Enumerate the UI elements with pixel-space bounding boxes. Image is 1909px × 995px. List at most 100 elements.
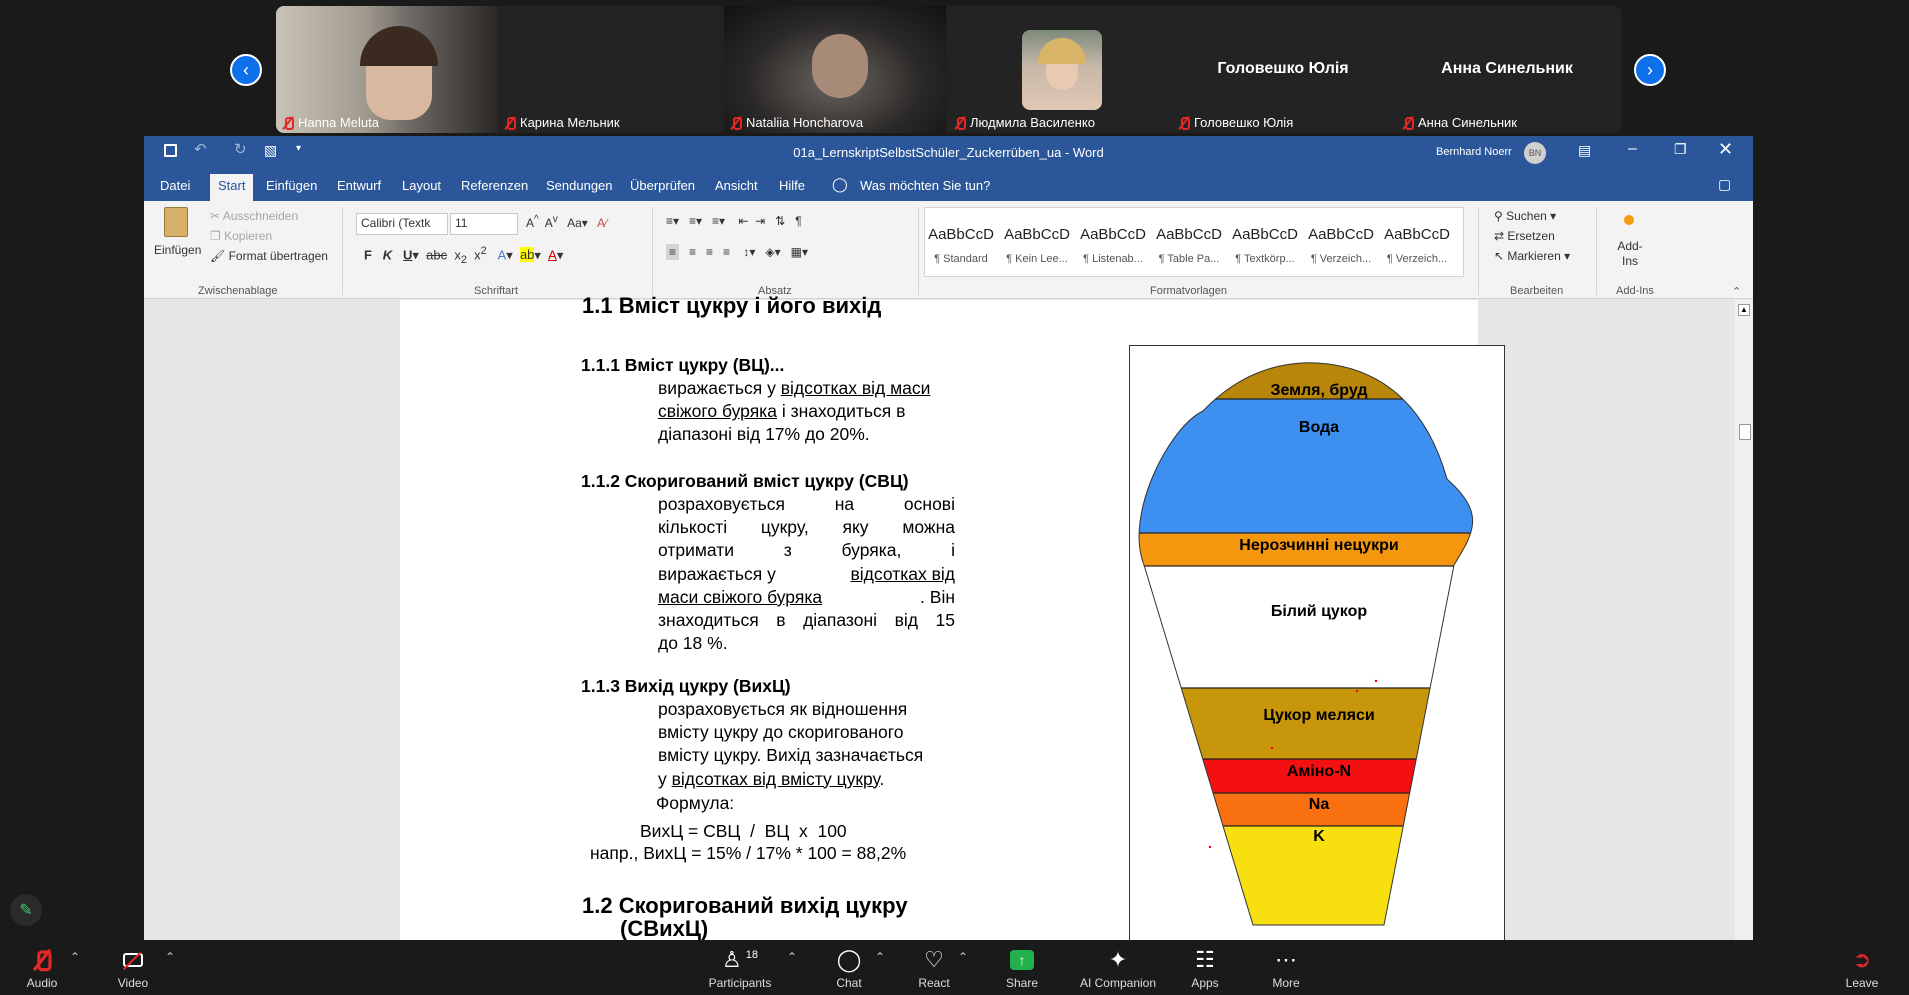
tab-layout[interactable]: Layout <box>402 178 441 193</box>
scroll-thumb[interactable] <box>1739 424 1751 440</box>
ribbon-display-icon[interactable]: ▤ <box>1578 142 1591 159</box>
ai-sparkle-icon: ✦ <box>1108 947 1128 972</box>
style-listenabsatz[interactable]: AaBbCcD ¶ Listenab... <box>1077 226 1149 265</box>
font-format-controls[interactable]: F K U▾ abc x2 x2 A▾ ab▾ A▾ <box>364 245 563 266</box>
format-painter-button[interactable]: 🖌 Format übertragen <box>210 249 328 263</box>
tell-me-search[interactable]: Was möchten Sie tun? <box>860 178 990 193</box>
apps-button[interactable]: ☷ Apps <box>1188 946 1222 990</box>
word-titlebar: ↶ ↻ ▧ ▾ 01a_LernskriptSelbstSchüler_Zuck… <box>144 136 1753 169</box>
replace-button[interactable]: ⇄ Ersetzen <box>1494 229 1555 243</box>
find-button[interactable]: ⚲ Suchen ▾ <box>1494 209 1556 223</box>
heading-1-1-1: 1.1.1 Вміст цукру (ВЦ)... <box>581 355 785 375</box>
next-page-button[interactable]: › <box>1634 54 1666 86</box>
participant-tile[interactable]: Людмила Василенко <box>948 6 1170 133</box>
muted-mic-icon <box>1402 116 1414 130</box>
tab-entwurf[interactable]: Entwurf <box>337 178 381 193</box>
video-button[interactable]: Video <box>113 946 153 990</box>
document-page[interactable]: 1.1 Вміст цукру і його вихід 1.1.1 Вміст… <box>400 294 1505 940</box>
more-icon: ⋯ <box>1275 947 1297 972</box>
tab-sendungen[interactable]: Sendungen <box>546 178 613 193</box>
user-name[interactable]: Bernhard Noerr <box>1436 146 1512 158</box>
paragraph-1-1-1: виражається у відсотках від маси свіжого… <box>658 378 931 445</box>
tab-einfuegen[interactable]: Einfügen <box>266 178 317 193</box>
font-size-controls[interactable]: A^ Av Aa▾ A∕ <box>526 214 607 230</box>
participant-tile[interactable]: Hanna Meluta <box>276 6 498 133</box>
font-size-select[interactable]: 11 <box>450 213 518 235</box>
previous-page-button[interactable]: ‹ <box>230 54 262 86</box>
restore-icon[interactable]: ❐ <box>1674 141 1687 158</box>
avatar-hair <box>1038 38 1086 64</box>
paste-icon[interactable] <box>164 207 188 237</box>
audio-button[interactable]: Audio <box>22 946 62 990</box>
red-dot <box>1270 746 1274 750</box>
chat-options-caret[interactable]: ⌃ <box>875 950 885 964</box>
heading-1-1-3: 1.1.3 Вихід цукру (ВихЦ) <box>581 676 791 696</box>
diagram-layer-label: K <box>1313 828 1325 845</box>
formula: ВихЦ = СВЦ / ВЦ x 100 <box>640 821 847 841</box>
more-button[interactable]: ⋯ More <box>1268 946 1304 990</box>
participant-display-name: Головешко Юлія <box>1217 60 1349 77</box>
paste-button[interactable]: Einfügen <box>154 243 201 257</box>
ribbon-tabs: Datei Start Einfügen Entwurf Layout Refe… <box>144 169 1753 201</box>
zoom-meeting-window: ‹ Hanna Meluta Карина Мельник Nataliia H… <box>0 0 1909 995</box>
style-verzeichnis-2[interactable]: AaBbCcD ¶ Verzeich... <box>1381 226 1453 265</box>
react-button[interactable]: ♡ React <box>916 946 952 990</box>
user-avatar[interactable]: BN <box>1524 142 1546 164</box>
alignment-controls[interactable]: ≡ ≡ ≡ ≡ ↕▾ ◈▾ ▦▾ <box>666 244 808 260</box>
font-name-select[interactable]: Calibri (Textk <box>356 213 448 235</box>
diagram-layer-label: Білий цукор <box>1271 603 1368 620</box>
react-options-caret[interactable]: ⌃ <box>958 950 968 964</box>
participants-button[interactable]: ♙ 18 Participants <box>705 946 775 990</box>
participant-name: Nataliia Honcharova <box>730 115 863 130</box>
muted-mic-icon <box>504 116 516 130</box>
annotate-pen-icon[interactable]: ✎ <box>10 894 42 926</box>
paragraph-1-1-2: розраховується на основі кількості цукру… <box>658 494 955 654</box>
group-clipboard-label: Zwischenablage <box>198 285 278 297</box>
vertical-scrollbar[interactable]: ▲ <box>1735 300 1753 940</box>
chat-button[interactable]: ◯ Chat <box>833 946 865 990</box>
heading-1-1: 1.1 Вміст цукру і його вихід <box>582 293 882 318</box>
list-controls[interactable]: ≡▾ ≡▾ ≡▾ ⇤ ⇥ ⇅ ¶ <box>666 214 802 228</box>
tab-start[interactable]: Start <box>210 174 254 201</box>
share-button[interactable]: ↑ Share <box>1004 946 1040 990</box>
tab-ansicht[interactable]: Ansicht <box>715 178 758 193</box>
comments-icon[interactable]: ▢ <box>1718 176 1731 193</box>
tab-hilfe[interactable]: Hilfe <box>779 178 805 193</box>
addins-icon[interactable] <box>1624 215 1634 225</box>
video-options-caret[interactable]: ⌃ <box>165 950 175 964</box>
collapse-ribbon-icon[interactable]: ⌃ <box>1732 285 1741 298</box>
participant-tile[interactable]: Анна Синельник Анна Синельник <box>1396 6 1618 133</box>
participant-name: Анна Синельник <box>1402 115 1517 130</box>
close-icon[interactable]: ✕ <box>1718 139 1733 160</box>
tab-datei[interactable]: Datei <box>160 178 190 193</box>
style-standard[interactable]: AaBbCcD ¶ Standard <box>925 226 997 265</box>
addins-button[interactable]: Add-Ins <box>1610 239 1650 269</box>
style-kein-leerraum[interactable]: AaBbCcD ¶ Kein Lee... <box>1001 226 1073 265</box>
participant-tile[interactable]: Головешко Юлія Головешко Юлія <box>1172 6 1394 133</box>
group-addins-label: Add-Ins <box>1616 285 1654 297</box>
ai-companion-button[interactable]: ✦ AI Companion <box>1076 946 1160 990</box>
minimize-icon[interactable]: – <box>1628 140 1637 158</box>
lightbulb-icon[interactable]: ◯ <box>832 176 848 193</box>
formula-label: Формула: <box>656 793 735 813</box>
tab-referenzen[interactable]: Referenzen <box>461 178 528 193</box>
cut-button[interactable]: ✂ Ausschneiden <box>210 209 298 223</box>
diagram-layer-label: Цукор меляси <box>1263 707 1374 724</box>
formula-example: напр., ВихЦ = 15% / 17% * 100 = 88,2% <box>590 843 907 863</box>
group-font-label: Schriftart <box>474 285 519 297</box>
participant-tile[interactable]: Nataliia Honcharova <box>724 6 946 133</box>
scroll-up-arrow-icon[interactable]: ▲ <box>1738 304 1750 316</box>
style-verzeichnis-1[interactable]: AaBbCcD ¶ Verzeich... <box>1305 226 1377 265</box>
leave-button[interactable]: ➲ Leave <box>1844 946 1880 990</box>
muted-mic-icon <box>954 116 966 130</box>
participants-options-caret[interactable]: ⌃ <box>787 950 797 964</box>
document-area: 1.1 Вміст цукру і його вихід 1.1.1 Вміст… <box>144 294 1753 940</box>
participant-tile[interactable]: Карина Мельник <box>498 6 720 133</box>
select-button[interactable]: ↖ Markieren ▾ <box>1494 249 1570 263</box>
participant-name: Hanna Meluta <box>282 115 379 130</box>
style-table-paragraph[interactable]: AaBbCcD ¶ Table Pa... <box>1153 226 1225 265</box>
style-textkoerper[interactable]: AaBbCcD ¶ Textkörp... <box>1229 226 1301 265</box>
tab-ueberpruefen[interactable]: Überprüfen <box>630 178 695 193</box>
copy-button[interactable]: ❐ Kopieren <box>210 229 272 243</box>
audio-options-caret[interactable]: ⌃ <box>70 950 80 964</box>
